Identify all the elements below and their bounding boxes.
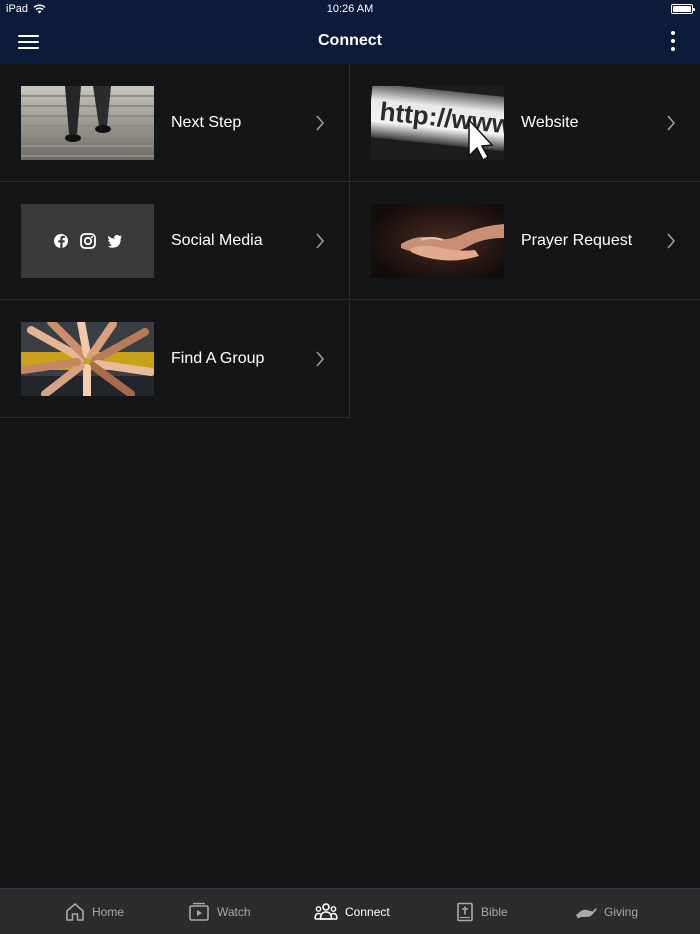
tile-next-step[interactable]: Next Step — [0, 64, 350, 182]
tile-label: Find A Group — [171, 350, 265, 367]
tab-home[interactable]: Home — [65, 889, 124, 934]
tile-label: Prayer Request — [521, 232, 633, 249]
chevron-right-icon — [316, 115, 325, 131]
page-title: Connect — [318, 32, 382, 49]
chevron-right-icon — [316, 351, 325, 367]
stairs-walking-photo — [21, 86, 154, 160]
tile-label: Next Step — [171, 114, 242, 131]
tab-bible[interactable]: Bible — [456, 889, 508, 934]
tab-connect[interactable]: Connect — [314, 889, 390, 934]
tile-website[interactable]: http://www Website — [350, 64, 700, 182]
top-bar: iPad 10:26 AM Connect — [0, 0, 700, 64]
instagram-icon — [80, 233, 96, 249]
chevron-right-icon — [316, 233, 325, 249]
http-www-url-bar-photo: http://www — [371, 86, 504, 160]
group-people-icon — [314, 903, 338, 920]
tab-label: Watch — [217, 905, 251, 919]
facebook-icon — [54, 234, 68, 248]
giving-hand-icon — [576, 908, 597, 919]
status-bar: iPad 10:26 AM — [0, 0, 700, 20]
home-icon — [66, 903, 84, 921]
stacked-hands-photo — [21, 322, 154, 396]
tile-label: Website — [521, 114, 579, 131]
tab-label: Connect — [345, 905, 390, 919]
more-vertical-icon[interactable] — [670, 31, 676, 53]
praying-hands-photo — [371, 204, 504, 278]
chevron-right-icon — [667, 115, 676, 131]
tab-watch[interactable]: Watch — [188, 889, 251, 934]
play-video-icon — [189, 902, 209, 921]
status-time: 10:26 AM — [326, 3, 374, 15]
tile-find-a-group[interactable]: Find A Group — [0, 300, 350, 418]
nav-bar: Connect — [0, 20, 700, 64]
tile-social-media[interactable]: Social Media — [0, 182, 350, 300]
twitter-icon — [107, 235, 122, 248]
social-icons-tile — [21, 204, 154, 278]
battery-icon — [671, 4, 695, 14]
tab-bar: Home Watch Connect Bible Giving — [0, 888, 700, 934]
tab-label: Giving — [604, 905, 639, 919]
tile-label: Social Media — [171, 232, 263, 249]
chevron-right-icon — [667, 233, 676, 249]
tab-giving[interactable]: Giving — [575, 889, 638, 934]
bible-book-icon — [457, 902, 473, 922]
tab-label: Bible — [481, 905, 508, 919]
tab-label: Home — [92, 905, 125, 919]
tile-prayer-request[interactable]: Prayer Request — [350, 182, 700, 300]
